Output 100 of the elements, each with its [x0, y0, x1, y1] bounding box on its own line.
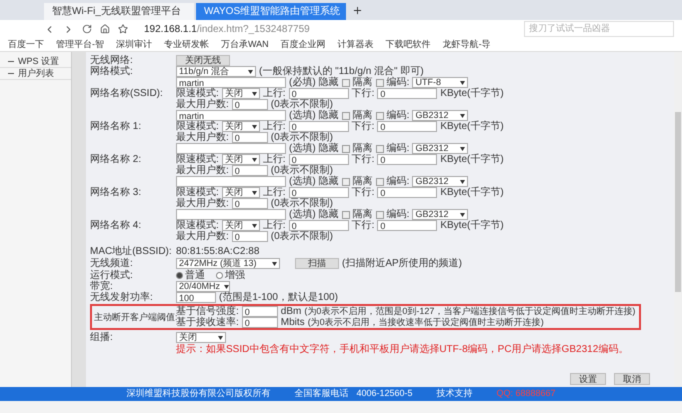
checkbox[interactable]: [376, 112, 384, 120]
unit-text: KByte(千字节): [440, 86, 504, 101]
field-label: 隔离: [352, 208, 373, 220]
caret-icon: [252, 158, 257, 162]
upload-field[interactable]: 0: [288, 220, 349, 231]
max-users-field[interactable]: 0: [232, 99, 268, 110]
download-field[interactable]: 0: [377, 154, 438, 165]
caret-icon: [224, 284, 230, 288]
caret-icon: [460, 146, 466, 150]
max-users-field[interactable]: 0: [232, 132, 268, 143]
reload-icon[interactable]: [82, 24, 92, 34]
radio-label: 增强: [225, 269, 245, 283]
download-field[interactable]: 0: [377, 88, 438, 99]
caret-icon: [460, 212, 466, 216]
checkbox[interactable]: [376, 144, 384, 152]
network-name-field[interactable]: [176, 143, 286, 154]
download-field[interactable]: 0: [377, 187, 438, 198]
bandwidth-select[interactable]: 20/40MHz: [176, 281, 230, 292]
upload-field[interactable]: 0: [288, 121, 349, 132]
checkbox[interactable]: [342, 144, 350, 152]
checkbox[interactable]: [376, 178, 384, 186]
encoding-select[interactable]: GB2312: [412, 143, 468, 154]
new-tab-icon[interactable]: [352, 4, 363, 16]
form-button[interactable]: 设置: [570, 373, 606, 385]
scan-button[interactable]: 扫描: [295, 258, 339, 269]
field-label: 编码:: [386, 208, 410, 222]
upload-field[interactable]: 0: [288, 187, 349, 198]
bookmark[interactable]: 深圳审计: [116, 38, 152, 52]
network-name-field[interactable]: [176, 176, 286, 187]
rate-mode-select[interactable]: 关闭: [222, 220, 260, 231]
radio-button[interactable]: [176, 272, 183, 279]
bookmark[interactable]: 下载吧软件: [386, 38, 431, 52]
hint-text: (选填): [289, 174, 316, 189]
checkbox[interactable]: [342, 178, 350, 186]
channel-select[interactable]: 2472MHz (频道 13): [176, 258, 280, 269]
encoding-select[interactable]: GB2312: [412, 110, 468, 121]
encoding-select[interactable]: GB2312: [412, 209, 468, 220]
field-label: 限速模式:: [176, 86, 219, 99]
mac-address: 80:81:55:8A:C2:88: [176, 245, 260, 258]
upload-field[interactable]: 0: [288, 154, 349, 165]
field-label: MAC地址(BSSID):: [90, 246, 172, 257]
disable-wireless-button[interactable]: 关闭无线: [176, 55, 230, 66]
scrollbar[interactable]: [674, 52, 682, 387]
threshold-field[interactable]: 0: [242, 317, 278, 328]
upload-field[interactable]: 0: [288, 88, 349, 99]
field-label: 最大用户数:: [176, 164, 229, 178]
caret-icon: [460, 114, 466, 118]
network-name-field[interactable]: martin: [176, 110, 286, 121]
address-field[interactable]: 192.168.1.1/index.htm?_1532487759: [144, 22, 516, 36]
rate-mode-select[interactable]: 关闭: [222, 187, 260, 198]
hint-text: (选填): [289, 108, 316, 123]
hint-text: (一般保持默认的 "11b/g/n 混合" 即可): [259, 64, 424, 77]
field-label: 带宽:: [90, 281, 113, 292]
sidebar-item[interactable]: WPS 设置: [0, 56, 71, 68]
field-label: 主动断开客户端阈值:: [94, 312, 178, 322]
max-users-field[interactable]: 0: [232, 165, 268, 176]
max-users-field[interactable]: 0: [232, 198, 268, 209]
caret-icon: [460, 80, 466, 84]
field-label: 上行:: [262, 120, 286, 132]
browser-tab[interactable]: WAYOS维盟智能路由管理系统: [196, 3, 346, 20]
download-field[interactable]: 0: [377, 220, 438, 231]
home-icon[interactable]: [100, 24, 110, 34]
star-icon[interactable]: [118, 24, 128, 34]
bookmark[interactable]: 万台承WAN: [221, 38, 269, 52]
browser-tab[interactable]: 智慧Wi-Fi_无线联盟管理平台: [44, 3, 194, 20]
network-name-field[interactable]: martin: [176, 77, 286, 88]
checkbox[interactable]: [342, 112, 350, 120]
max-users-field[interactable]: 0: [232, 231, 268, 242]
bookmark[interactable]: 管理平台-智: [56, 38, 104, 52]
rate-mode-select[interactable]: 关闭: [222, 154, 260, 165]
form-button[interactable]: 取消: [614, 373, 650, 385]
checkbox[interactable]: [342, 78, 350, 86]
field-label: 限速模式:: [176, 218, 219, 231]
unit-text: Mbits: [280, 316, 305, 330]
rate-mode-select[interactable]: 关闭: [222, 88, 260, 99]
checkbox[interactable]: [376, 210, 384, 218]
field-label: 限速模式:: [176, 152, 219, 165]
checkbox[interactable]: [376, 78, 384, 86]
checkbox[interactable]: [342, 210, 350, 218]
bookmark[interactable]: 百度企业网: [280, 38, 326, 52]
bookmark[interactable]: 专业研发帐: [164, 38, 209, 52]
rate-mode-select[interactable]: 关闭: [222, 121, 260, 132]
power-field[interactable]: 100: [176, 292, 216, 303]
field-label: 最大用户数:: [176, 130, 229, 145]
radio-button[interactable]: [216, 272, 223, 279]
mode-select[interactable]: 11b/g/n 混合: [176, 66, 256, 77]
sidebar-item[interactable]: 用户列表: [0, 68, 71, 80]
search-field[interactable]: 搜刀了试试一品凶器: [524, 21, 674, 37]
bookmark[interactable]: 百度一下: [8, 38, 44, 52]
field-label: 隔离: [352, 174, 373, 187]
field-label: 隐藏: [318, 76, 339, 90]
download-field[interactable]: 0: [377, 121, 438, 132]
field-label: 限速模式:: [176, 120, 219, 132]
bookmark[interactable]: 龙虾导航-导: [442, 38, 491, 52]
encoding-select[interactable]: GB2312: [412, 176, 468, 187]
network-name-field[interactable]: [176, 209, 286, 220]
multicast-select[interactable]: 关闭: [176, 332, 226, 343]
encoding-select[interactable]: UTF-8: [412, 77, 468, 88]
bookmark[interactable]: 计算器表: [338, 38, 374, 52]
threshold-field[interactable]: 0: [242, 306, 278, 317]
